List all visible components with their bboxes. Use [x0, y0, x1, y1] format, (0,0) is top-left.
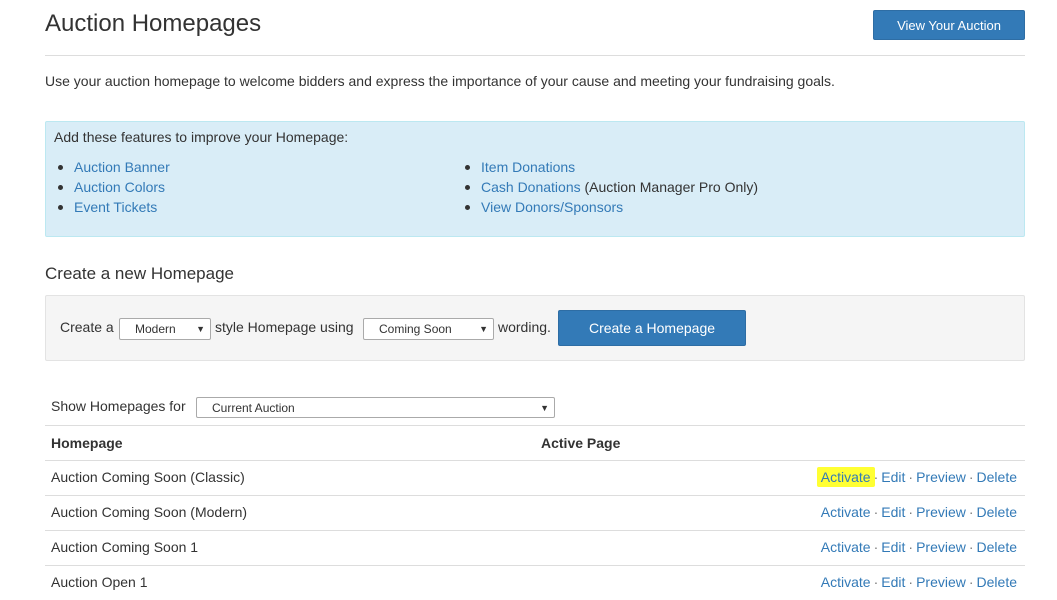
row-actions: Activate · Edit · Preview · Delete — [820, 574, 1017, 590]
homepage-name: Auction Coming Soon (Modern) — [51, 504, 248, 520]
create-homepage-button[interactable]: Create a Homepage — [558, 310, 746, 346]
chevron-down-icon: ▼ — [196, 324, 205, 334]
homepage-name: Auction Coming Soon (Classic) — [51, 469, 245, 485]
row-actions: Activate · Edit · Preview · Delete — [820, 504, 1017, 520]
create-section-title: Create a new Homepage — [45, 264, 235, 283]
preview-link[interactable]: Preview — [916, 539, 966, 555]
create-suffix-label: wording. — [498, 319, 551, 335]
list-item: View Donors/Sponsors — [453, 197, 758, 217]
item-donations-link[interactable]: Item Donations — [481, 159, 575, 175]
table-top-border — [45, 425, 1025, 426]
auction-filter-select[interactable]: Current Auction ▼ — [196, 397, 555, 418]
table-row: Auction Open 1 Activate · Edit · Preview · Del… — [45, 565, 1025, 600]
list-item: Auction Banner — [46, 157, 170, 177]
style-select[interactable]: Modern ▼ — [119, 318, 211, 340]
activate-link[interactable]: Activate — [816, 467, 875, 487]
auction-colors-link[interactable]: Auction Colors — [74, 179, 165, 195]
edit-link[interactable]: Edit — [881, 469, 905, 485]
homepage-name: Auction Open 1 — [51, 574, 148, 590]
row-actions: Activate · Edit · Preview · Delete — [816, 467, 1017, 487]
activate-link[interactable]: Activate — [821, 504, 871, 520]
delete-link[interactable]: Delete — [977, 469, 1017, 485]
list-item: Cash Donations (Auction Manager Pro Only… — [453, 177, 758, 197]
show-homepages-label: Show Homepages for — [51, 398, 186, 414]
cash-donations-link[interactable]: Cash Donations — [481, 179, 581, 195]
event-tickets-link[interactable]: Event Tickets — [74, 199, 157, 215]
wording-select[interactable]: Coming Soon ▼ — [363, 318, 494, 340]
features-list-right: Item Donations Cash Donations (Auction M… — [453, 157, 758, 217]
style-select-value: Modern — [135, 322, 176, 336]
edit-link[interactable]: Edit — [881, 574, 905, 590]
edit-link[interactable]: Edit — [881, 504, 905, 520]
table-row: Auction Coming Soon 1 Activate · Edit · Prev… — [45, 530, 1025, 565]
create-middle-label: style Homepage using — [215, 319, 354, 335]
features-title: Add these features to improve your Homep… — [54, 129, 349, 145]
delete-link[interactable]: Delete — [977, 504, 1017, 520]
column-header-active-page: Active Page — [541, 435, 621, 451]
list-item: Auction Colors — [46, 177, 170, 197]
view-your-auction-button[interactable]: View Your Auction — [873, 10, 1025, 40]
activate-link[interactable]: Activate — [821, 539, 871, 555]
list-item: Item Donations — [453, 157, 758, 177]
activate-link[interactable]: Activate — [821, 574, 871, 590]
table-row: Auction Coming Soon (Classic) Activate · E… — [45, 460, 1025, 495]
auction-filter-value: Current Auction — [212, 401, 295, 415]
header-divider — [45, 55, 1025, 56]
wording-select-value: Coming Soon — [379, 322, 452, 336]
row-actions: Activate · Edit · Preview · Delete — [820, 539, 1017, 555]
homepage-name: Auction Coming Soon 1 — [51, 539, 199, 555]
preview-link[interactable]: Preview — [916, 469, 966, 485]
chevron-down-icon: ▼ — [479, 324, 488, 334]
edit-link[interactable]: Edit — [881, 539, 905, 555]
delete-link[interactable]: Delete — [977, 539, 1017, 555]
list-item: Event Tickets — [46, 197, 170, 217]
features-list-left: Auction Banner Auction Colors Event Tick… — [46, 157, 170, 217]
chevron-down-icon: ▼ — [540, 403, 549, 413]
delete-link[interactable]: Delete — [977, 574, 1017, 590]
page-title: Auction Homepages — [45, 10, 262, 37]
create-prefix-label: Create a — [60, 319, 114, 335]
auction-homepages-page: Auction Homepages View Your Auction Use … — [0, 0, 1057, 600]
preview-link[interactable]: Preview — [916, 504, 966, 520]
view-donors-sponsors-link[interactable]: View Donors/Sponsors — [481, 199, 623, 215]
features-box: Add these features to improve your Homep… — [45, 121, 1025, 237]
preview-link[interactable]: Preview — [916, 574, 966, 590]
auction-banner-link[interactable]: Auction Banner — [74, 159, 170, 175]
cash-donations-note: (Auction Manager Pro Only) — [584, 179, 759, 195]
table-row: Auction Coming Soon (Modern) Activate · Ed… — [45, 495, 1025, 530]
create-homepage-form: Create a Modern ▼ style Homepage using C… — [45, 295, 1025, 361]
intro-text: Use your auction homepage to welcome bid… — [45, 73, 835, 89]
column-header-homepage: Homepage — [51, 435, 123, 451]
